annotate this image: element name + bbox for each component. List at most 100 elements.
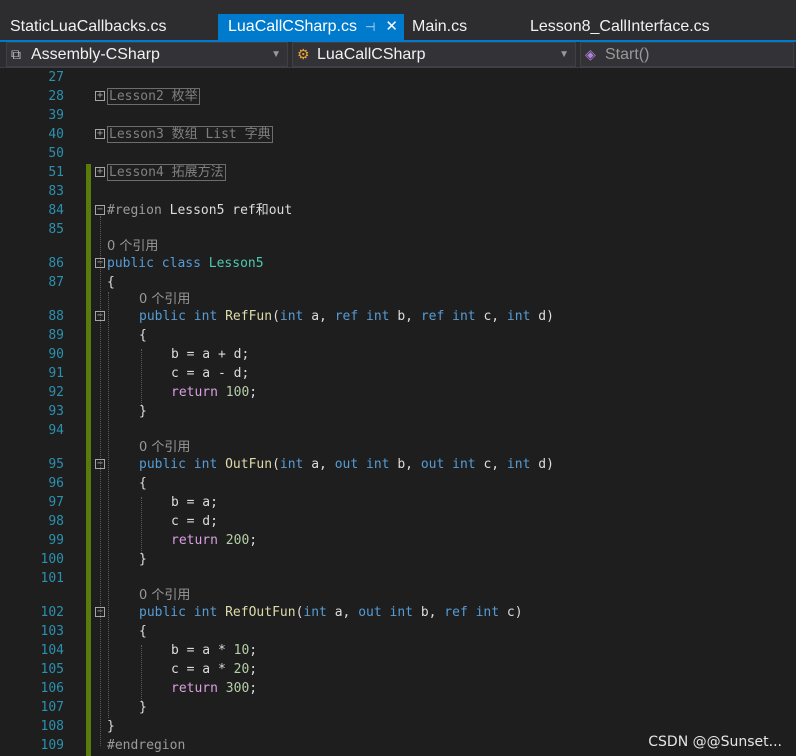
tab-luacallcsharp[interactable]: LuaCallCSharp.cs ⊣ ✕ bbox=[218, 14, 404, 40]
keyword: public bbox=[107, 256, 154, 271]
project-dropdown[interactable]: ⧉ Assembly-CSharp ▼ bbox=[6, 42, 288, 67]
keyword: public bbox=[139, 605, 186, 620]
keyword: int bbox=[506, 457, 531, 472]
tab-staticluacallbacks[interactable]: StaticLuaCallbacks.cs bbox=[0, 14, 177, 40]
expand-icon[interactable]: + bbox=[95, 91, 105, 101]
code-line: 107} bbox=[0, 698, 796, 717]
class-icon: ⚙ bbox=[297, 46, 310, 62]
code-line: 51 + Lesson4 拓展方法 bbox=[0, 163, 796, 182]
collapse-icon[interactable]: − bbox=[95, 607, 105, 617]
line-number: 87 bbox=[48, 275, 64, 290]
keyword: return bbox=[171, 385, 218, 400]
keyword: class bbox=[161, 256, 201, 271]
keyword: ref bbox=[444, 605, 468, 620]
code-line: 100} bbox=[0, 550, 796, 569]
expand-icon[interactable]: + bbox=[95, 129, 105, 139]
punctuation: ) bbox=[546, 309, 554, 324]
line-number: 107 bbox=[40, 700, 64, 715]
punctuation: ( bbox=[272, 309, 280, 324]
line-number: 50 bbox=[48, 146, 64, 161]
tab-label: StaticLuaCallbacks.cs bbox=[10, 18, 167, 35]
tab-label: Lesson8_CallInterface.cs bbox=[530, 18, 710, 35]
code-line: 87 { bbox=[0, 273, 796, 292]
parameter: d bbox=[538, 457, 547, 472]
method-identifier: RefOutFun bbox=[225, 605, 296, 620]
keyword: int bbox=[366, 309, 390, 324]
keyword: public bbox=[139, 457, 186, 472]
collapse-icon[interactable]: − bbox=[95, 205, 105, 215]
collapsed-region[interactable]: Lesson4 拓展方法 bbox=[107, 164, 226, 181]
punctuation: ; bbox=[249, 385, 258, 400]
member-dropdown[interactable]: ◈ Start() bbox=[580, 42, 794, 67]
code-line: 97 b = a; bbox=[0, 493, 796, 512]
parameter: b bbox=[420, 605, 429, 620]
keyword: ref bbox=[420, 309, 445, 324]
code-line: 50 bbox=[0, 144, 796, 163]
code-line: 90 b = a + d; bbox=[0, 345, 796, 364]
keyword: int bbox=[193, 605, 218, 620]
line-number: 98 bbox=[48, 514, 64, 529]
statement: c = a * bbox=[171, 662, 234, 677]
chevron-down-icon: ▼ bbox=[271, 49, 281, 60]
code-line: 85 bbox=[0, 220, 796, 239]
punctuation: ; bbox=[249, 643, 258, 658]
code-line: 86 − public class Lesson5 bbox=[0, 254, 796, 273]
keyword: int bbox=[452, 309, 476, 324]
line-number: 28 bbox=[48, 89, 64, 104]
collapse-icon[interactable]: − bbox=[95, 258, 105, 268]
line-number: 105 bbox=[40, 662, 64, 677]
pin-icon[interactable]: ⊣ bbox=[365, 14, 375, 40]
line-number: 27 bbox=[48, 70, 64, 85]
line-number: 40 bbox=[48, 127, 64, 142]
collapsed-region[interactable]: Lesson2 枚举 bbox=[107, 88, 200, 105]
class-dropdown[interactable]: ⚙ LuaCallCSharp ▼ bbox=[292, 42, 576, 67]
punctuation: , bbox=[428, 605, 445, 620]
close-icon[interactable]: ✕ bbox=[385, 14, 398, 40]
tab-main[interactable]: Main.cs bbox=[402, 14, 477, 40]
parameter: b bbox=[397, 309, 406, 324]
method-icon: ◈ bbox=[585, 46, 596, 62]
code-line: 92 return 100; bbox=[0, 383, 796, 402]
number-literal: 200 bbox=[225, 533, 250, 548]
brace: } bbox=[139, 700, 147, 715]
code-line: 95− public int OutFun(int a, out int b, o… bbox=[0, 455, 796, 474]
collapsed-region[interactable]: Lesson3 数组 List 字典 bbox=[107, 126, 273, 143]
parameter: a bbox=[311, 309, 320, 324]
line-number: 39 bbox=[48, 108, 64, 123]
punctuation: , bbox=[319, 309, 335, 324]
keyword: int bbox=[389, 605, 413, 620]
punctuation: , bbox=[319, 457, 335, 472]
class-name: LuaCallCSharp bbox=[317, 46, 426, 63]
line-number: 88 bbox=[48, 309, 64, 324]
code-line: 103 { bbox=[0, 622, 796, 641]
code-line: 84 − #region Lesson5 ref和out bbox=[0, 201, 796, 220]
expand-icon[interactable]: + bbox=[95, 167, 105, 177]
tab-label: Main.cs bbox=[412, 18, 468, 35]
punctuation: , bbox=[405, 309, 421, 324]
keyword: int bbox=[193, 457, 218, 472]
keyword: return bbox=[171, 681, 218, 696]
number-literal: 100 bbox=[225, 385, 250, 400]
keyword: int bbox=[475, 605, 500, 620]
code-editor[interactable]: 27 28 + Lesson2 枚举 39 40 + Lesson3 数组 List 字… bbox=[0, 68, 796, 756]
code-line: 102− public int RefOutFun(int a, out int … bbox=[0, 603, 796, 622]
chevron-down-icon: ▼ bbox=[559, 49, 569, 60]
collapse-icon[interactable]: − bbox=[95, 311, 105, 321]
keyword: int bbox=[303, 605, 327, 620]
punctuation: , bbox=[491, 457, 507, 472]
brace: { bbox=[139, 476, 147, 491]
line-number: 109 bbox=[40, 738, 64, 753]
line-number: 93 bbox=[48, 404, 64, 419]
punctuation: ( bbox=[272, 457, 280, 472]
parameter: d bbox=[538, 309, 547, 324]
endregion-directive: #endregion bbox=[107, 738, 186, 753]
code-line: 94 bbox=[0, 421, 796, 440]
code-line: 99 return 200; bbox=[0, 531, 796, 550]
region-directive: #region bbox=[107, 203, 162, 218]
line-number: 84 bbox=[48, 203, 64, 218]
keyword: int bbox=[279, 309, 304, 324]
tab-lesson8-callinterface[interactable]: Lesson8_CallInterface.cs bbox=[520, 14, 720, 40]
line-number: 94 bbox=[48, 423, 64, 438]
line-number: 101 bbox=[40, 571, 64, 586]
collapse-icon[interactable]: − bbox=[95, 459, 105, 469]
